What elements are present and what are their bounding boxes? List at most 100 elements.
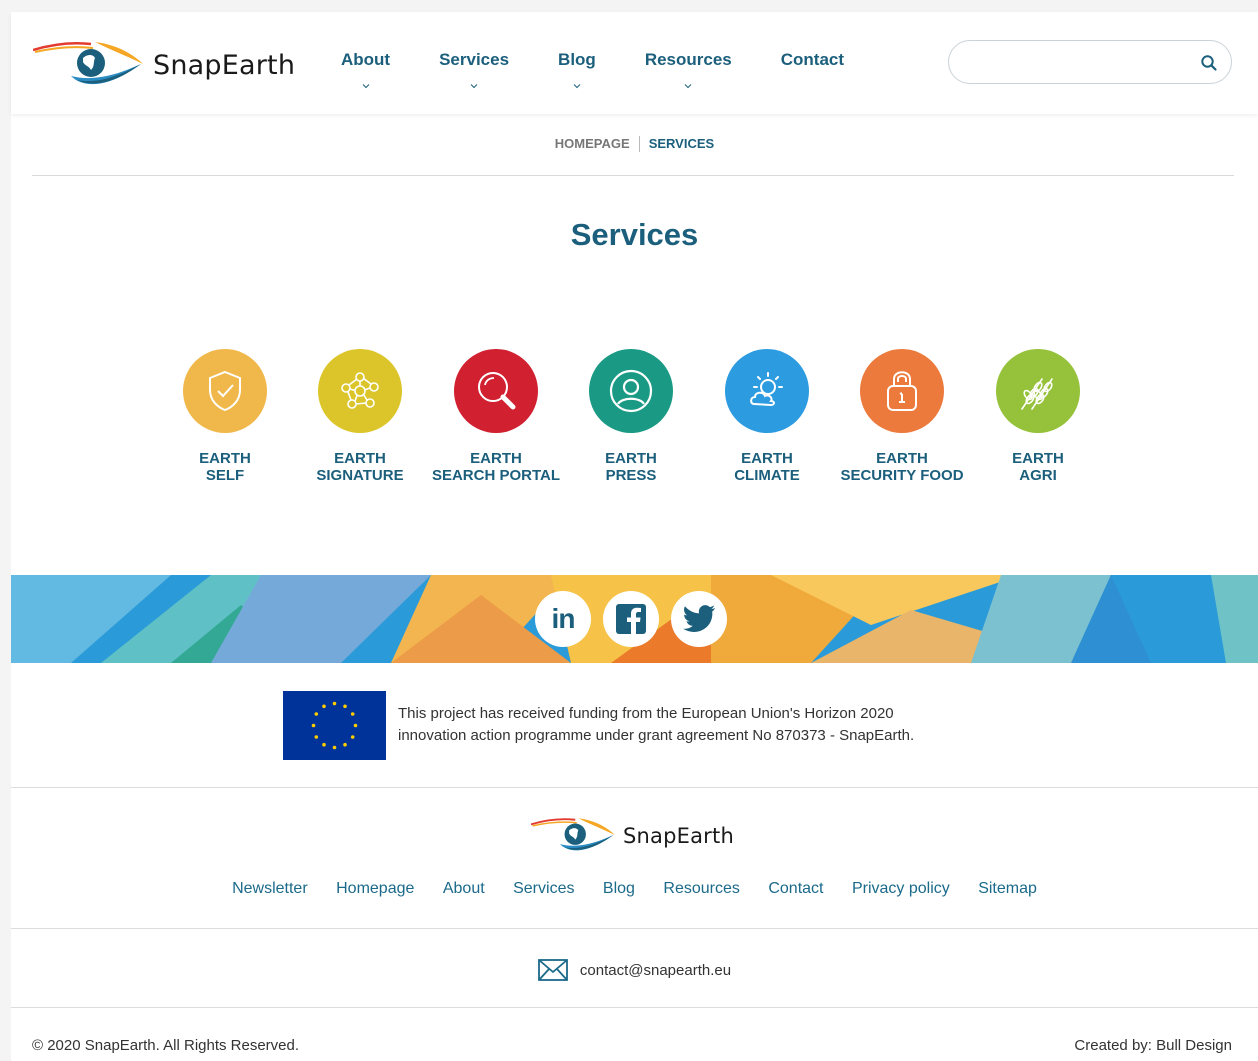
logo-wordmark: SnapEarth [153, 49, 296, 81]
service-earth-self[interactable]: EARTH SELF [150, 349, 300, 484]
nav-about-label: About [341, 50, 391, 69]
footer-link-newsletter[interactable]: Newsletter [232, 880, 308, 897]
copyright: © 2020 SnapEarth. All Rights Reserved. [32, 1037, 300, 1054]
footer-link-services[interactable]: Services [513, 880, 574, 897]
service-label-line1: EARTH [605, 450, 657, 467]
linkedin-icon: in [551, 603, 576, 634]
credits-link[interactable]: Created by: Bull Design [1074, 1037, 1232, 1054]
page: SnapEarth About Services Blog Resources … [11, 12, 1258, 1061]
mail-icon [538, 959, 568, 981]
footer-link-privacy-policy[interactable]: Privacy policy [852, 880, 950, 897]
magnifier-icon [478, 372, 516, 410]
service-label: EARTH SIGNATURE [285, 450, 435, 484]
logo-globe-icon [33, 42, 143, 85]
service-label: EARTH CLIMATE [692, 450, 842, 484]
footer-logo[interactable]: SnapEarth [531, 812, 741, 858]
eu-flag-icon [283, 691, 386, 760]
search-box [948, 40, 1232, 84]
service-label-line2: PRESS [605, 467, 657, 484]
twitter-icon [683, 605, 715, 632]
user-circle-icon [609, 369, 653, 413]
wheat-icon [1021, 378, 1053, 410]
site-header: SnapEarth About Services Blog Resources … [11, 12, 1258, 114]
site-logo[interactable]: SnapEarth [33, 34, 303, 94]
shield-check-icon [209, 370, 241, 412]
service-label-line2: SIGNATURE [316, 467, 404, 484]
service-label-line1: EARTH [199, 450, 251, 467]
chevron-down-icon [362, 84, 369, 89]
service-circle [860, 349, 944, 433]
breadcrumb-current: SERVICES [648, 136, 715, 151]
service-label-line2: SECURITY FOOD [840, 467, 964, 484]
nav-resources-label: Resources [644, 50, 732, 69]
service-label-line2: CLIMATE [734, 467, 800, 484]
contact-email-text: contact@snapearth.eu [579, 961, 732, 979]
service-earth-security-food[interactable]: EARTH SECURITY FOOD [827, 349, 977, 484]
funding-line-1: This project has received funding from t… [398, 705, 894, 722]
nav-about[interactable]: About [341, 50, 390, 90]
service-circle [589, 349, 673, 433]
sun-cloud-icon [750, 372, 783, 407]
contact-email[interactable]: contact@snapearth.eu [11, 959, 1258, 981]
nav-services-label: Services [439, 50, 510, 69]
divider [11, 1007, 1258, 1008]
service-earth-signature[interactable]: EARTH SIGNATURE [285, 349, 435, 484]
divider [11, 928, 1258, 929]
linkedin-button[interactable]: in [535, 591, 591, 647]
service-label-line2: AGRI [1019, 467, 1057, 484]
divider [32, 175, 1234, 176]
footer-nav: Newsletter Homepage About Services Blog … [11, 880, 1258, 898]
service-circle [183, 349, 267, 433]
twitter-button[interactable] [671, 591, 727, 647]
service-label-line1: EARTH [741, 450, 793, 467]
service-label: EARTH PRESS [556, 450, 706, 484]
facebook-button[interactable] [603, 591, 659, 647]
nav-contact-label: Contact [780, 50, 845, 69]
chevron-down-icon [573, 84, 581, 89]
service-label-line1: EARTH [876, 450, 928, 467]
service-circle [454, 349, 538, 433]
service-label: EARTH SELF [150, 450, 300, 484]
search-input[interactable] [967, 51, 1187, 73]
footer-link-sitemap[interactable]: Sitemap [978, 880, 1037, 897]
service-label-line2: SELF [205, 467, 245, 484]
service-circle [725, 349, 809, 433]
service-earth-agri[interactable]: EARTH AGRI [963, 349, 1113, 484]
service-label-line2: SEARCH PORTAL [431, 467, 561, 484]
breadcrumb-separator [638, 135, 640, 152]
service-earth-search-portal[interactable]: EARTH SEARCH PORTAL [421, 349, 571, 484]
footer-link-about[interactable]: About [443, 880, 485, 897]
service-label-line1: EARTH [1012, 450, 1064, 467]
main-nav: About Services Blog Resources Contact [341, 50, 844, 90]
network-nodes-icon [341, 372, 379, 409]
page-title: Services [570, 217, 699, 252]
search-icon[interactable] [1200, 54, 1218, 72]
service-label-line1: EARTH [334, 450, 386, 467]
footer-link-homepage[interactable]: Homepage [336, 880, 414, 897]
funding-statement: This project has received funding from t… [398, 703, 998, 747]
footer-link-contact[interactable]: Contact [768, 880, 823, 897]
funding-line-2: innovation action programme under grant … [398, 727, 915, 744]
nav-resources[interactable]: Resources [645, 50, 732, 90]
service-label: EARTH SECURITY FOOD [827, 450, 977, 484]
service-circle [996, 349, 1080, 433]
service-earth-climate[interactable]: EARTH CLIMATE [692, 349, 842, 484]
service-label: EARTH AGRI [963, 450, 1113, 484]
social-banner: in [11, 575, 1258, 663]
nav-blog[interactable]: Blog [558, 50, 596, 90]
breadcrumb: HOMEPAGE SERVICES [11, 135, 1258, 153]
padlock-icon [887, 371, 917, 411]
service-label: EARTH SEARCH PORTAL [421, 450, 571, 484]
logo-globe-icon [531, 818, 615, 851]
footer-logo-wordmark: SnapEarth [623, 824, 734, 848]
chevron-down-icon [470, 84, 478, 89]
footer-link-blog[interactable]: Blog [603, 880, 635, 897]
nav-services[interactable]: Services [439, 50, 509, 90]
footer-link-resources[interactable]: Resources [663, 880, 739, 897]
breadcrumb-home[interactable]: HOMEPAGE [555, 136, 630, 151]
facebook-icon [616, 604, 646, 634]
service-circle [318, 349, 402, 433]
nav-contact[interactable]: Contact [781, 50, 844, 90]
service-earth-press[interactable]: EARTH PRESS [556, 349, 706, 484]
service-label-line1: EARTH [470, 450, 522, 467]
